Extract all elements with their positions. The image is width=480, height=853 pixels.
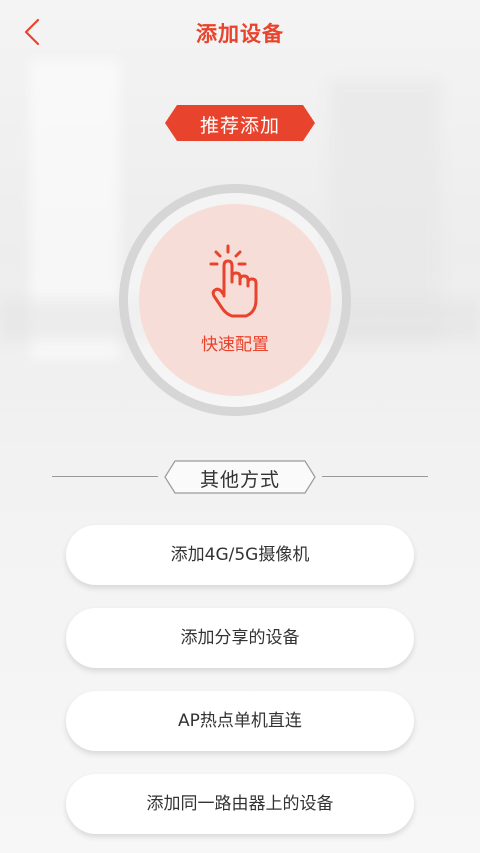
quick-config-label: 快速配置: [201, 335, 269, 355]
other-methods-badge: 其他方式: [164, 460, 316, 494]
add-same-router-device-button[interactable]: 添加同一路由器上的设备: [66, 774, 414, 834]
quick-config-button[interactable]: 快速配置: [139, 204, 331, 396]
tap-hand-icon: [209, 244, 258, 318]
header: 添加设备: [0, 0, 480, 66]
divider-left: [52, 476, 158, 477]
page-title: 添加设备: [196, 22, 284, 46]
add-4g-5g-camera-button[interactable]: 添加4G/5G摄像机: [66, 525, 414, 585]
ap-hotspot-direct-button[interactable]: AP热点单机直连: [66, 691, 414, 751]
recommend-banner: 推荐添加: [165, 105, 315, 141]
divider-right: [322, 476, 428, 477]
add-shared-device-button[interactable]: 添加分享的设备: [66, 608, 414, 668]
recommend-label: 推荐添加: [199, 115, 280, 137]
other-methods-label: 其他方式: [199, 469, 280, 491]
